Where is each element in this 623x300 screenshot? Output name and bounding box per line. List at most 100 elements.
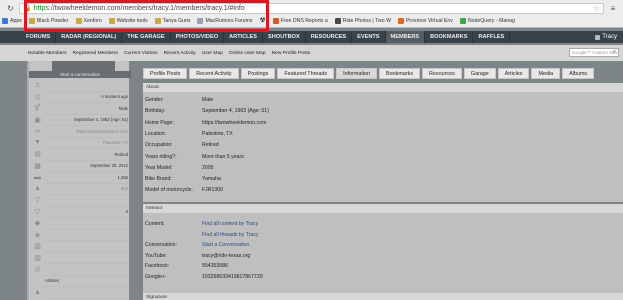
nav-item-raffles[interactable]: RAFFLES: [473, 31, 511, 43]
nav-item-the-garage[interactable]: THE GARAGE: [122, 31, 171, 43]
nav-item-forums[interactable]: FORUMS: [21, 31, 57, 43]
tab-resources[interactable]: Resources: [422, 68, 462, 79]
tab-media[interactable]: Media: [531, 68, 561, 79]
user-avatar-icon: [595, 34, 601, 40]
bookmark-label: Proxmox Virtual Env: [405, 18, 453, 24]
info-link[interactable]: Find all content by Tracy: [202, 221, 623, 227]
tab-postings[interactable]: Postings: [240, 68, 276, 79]
link-icon: ∞: [35, 127, 40, 135]
search-placeholder: Google™ Custom Sea: [572, 50, 618, 55]
nav-item-bookmarks[interactable]: BOOKMARKS: [425, 31, 474, 43]
subnav-item[interactable]: Recent Activity: [162, 51, 198, 56]
highlight-box: [24, 0, 269, 32]
user-menu[interactable]: Tracy: [595, 34, 617, 40]
info-value: tracy@ride-texas.org: [202, 252, 251, 259]
sidebar-value: September 30, 2012: [90, 163, 128, 168]
sidebar-row: ◷ A moment ago: [29, 92, 131, 102]
tab-bookmarks[interactable]: Bookmarks: [379, 68, 421, 79]
info-row: Gender: Male: [143, 95, 623, 105]
calendar-icon: ▦: [34, 162, 41, 170]
gender-icon: ⚥: [34, 105, 41, 112]
tab-information[interactable]: Information: [336, 68, 378, 79]
briefcase-icon: ▤: [34, 151, 41, 158]
info-label: Gender:: [145, 97, 164, 103]
info-label: Bike Brand:: [145, 176, 172, 183]
subnav-item[interactable]: Online User Map: [227, 51, 268, 56]
apps-icon: [2, 18, 8, 24]
sidebar-value: Retired: [114, 151, 129, 157]
info-value: Retired: [202, 142, 219, 149]
info-row: Birthday: September 4, 1963 (Age: 51): [143, 106, 623, 116]
subnav-item[interactable]: New Profile Posts: [270, 51, 313, 56]
bookmark-item[interactable]: Free DNS Reports a: [272, 18, 328, 24]
tab-recent-activity[interactable]: Recent Activity: [189, 68, 239, 79]
info-value: 2005: [202, 164, 214, 171]
info-row: Home Page: https://twowheeldemon.com: [143, 118, 623, 128]
bookmark-label: Apps: [10, 18, 22, 24]
tab-profile-posts[interactable]: Profile Posts: [143, 68, 188, 79]
avatar: [52, 61, 115, 71]
info-value: More than 5 years: [202, 153, 244, 160]
info-value: Palestine, TX: [202, 130, 233, 137]
thumbs-up-icon: ▲: [34, 185, 41, 192]
members-subnav: Notable Members Registered Members Current…: [0, 45, 623, 61]
subnav-item[interactable]: Notable Members: [26, 51, 69, 56]
profile-sidebar: Start a conversation ⚠ ◷ A moment ago ⚥ Male…: [27, 61, 131, 300]
nav-item-members[interactable]: MEMBERS: [385, 31, 426, 43]
sidebar-value: Articles:: [45, 278, 60, 283]
info-value: https://twowheeldemon.com: [202, 119, 267, 126]
bookmark-item[interactable]: Proxmox Virtual Env: [397, 18, 453, 24]
info-link[interactable]: Find all threads by Tracy: [202, 232, 623, 238]
info-value: 103258633419817867720: [202, 274, 263, 280]
reload-icon[interactable]: ↻: [6, 4, 15, 13]
tab-albums[interactable]: Albums: [562, 68, 595, 79]
sidebar-row: ▣ September 4, 1963 (Age: 51): [29, 115, 131, 125]
tab-garage[interactable]: Garage: [463, 68, 496, 79]
nav-item-articles[interactable]: ARTICLES: [224, 31, 264, 43]
nav-item-radar-regional[interactable]: RADAR (REGIONAL): [56, 31, 123, 43]
bookmark-star-icon[interactable]: ☆: [593, 4, 600, 13]
sidebar-value: 0: [125, 209, 128, 214]
gift-icon: ▣: [34, 116, 41, 124]
info-value: FJR1300: [202, 187, 224, 194]
nav-item-events[interactable]: EVENTS: [352, 31, 386, 43]
profile-main: Profile Posts Recent Activity Postings Feat…: [143, 61, 623, 300]
info-row: Model of motorcycle: FJR1300: [143, 185, 623, 195]
profile-tabs: Profile Posts Recent Activity Postings Feat…: [143, 68, 623, 79]
sidebar-row: ∞ https://twowheeldemon.com: [29, 126, 131, 136]
sidebar-row: ▼ Palestine, TX: [29, 138, 131, 148]
tab-featured-threads[interactable]: Featured Threads: [277, 68, 335, 79]
subnav-item[interactable]: Registered Members: [71, 51, 120, 56]
nav-item-shoutbox[interactable]: SHOUTBOX: [263, 31, 306, 43]
sidebar-row: ◎: [29, 264, 131, 274]
sidebar-value: September 4, 1963 (Age: 51): [73, 117, 128, 122]
trophy-icon: ▽: [34, 197, 41, 204]
bookmark-item[interactable]: Ride Photos | Two W: [334, 18, 391, 24]
info-label: Content:: [145, 221, 165, 227]
search-icon[interactable]: ⌕: [613, 49, 616, 56]
info-value: September 4, 1963 (Age: 51): [202, 108, 269, 115]
info-link[interactable]: Start a Conversation: [202, 242, 623, 248]
trophy-icon: ▽: [34, 208, 41, 216]
site-icon: [272, 18, 279, 24]
site-icon: [459, 18, 466, 24]
bookmark-item[interactable]: NodeQuery - Manag: [459, 18, 515, 24]
info-label: Birthday:: [145, 108, 166, 115]
nav-item-photos-video[interactable]: PHOTOS/VIDEO: [171, 31, 225, 43]
nav-item-resources[interactable]: RESOURCES: [306, 31, 353, 43]
bookmark-item[interactable]: Apps: [2, 18, 22, 24]
sidebar-row: ▲ 602: [29, 184, 131, 194]
info-value: 554353986: [202, 263, 228, 270]
sidebar-row: ▦ September 30, 2012: [29, 161, 131, 171]
subnav-item[interactable]: User Map: [200, 51, 225, 56]
chart-icon: ▥: [34, 243, 41, 250]
start-conversation-button[interactable]: Start a conversation: [29, 71, 131, 78]
tab-articles[interactable]: Articles: [497, 68, 530, 79]
menu-icon[interactable]: ≡: [608, 4, 618, 13]
sidebar-value: A moment ago: [100, 94, 128, 99]
subnav-item[interactable]: Current Visitors: [122, 51, 160, 56]
search-input[interactable]: Google™ Custom Sea ⌕: [569, 48, 619, 57]
info-row: Bike Brand: Yamaha: [143, 174, 623, 184]
site-icon: [334, 18, 341, 24]
info-value: Male: [202, 97, 214, 103]
